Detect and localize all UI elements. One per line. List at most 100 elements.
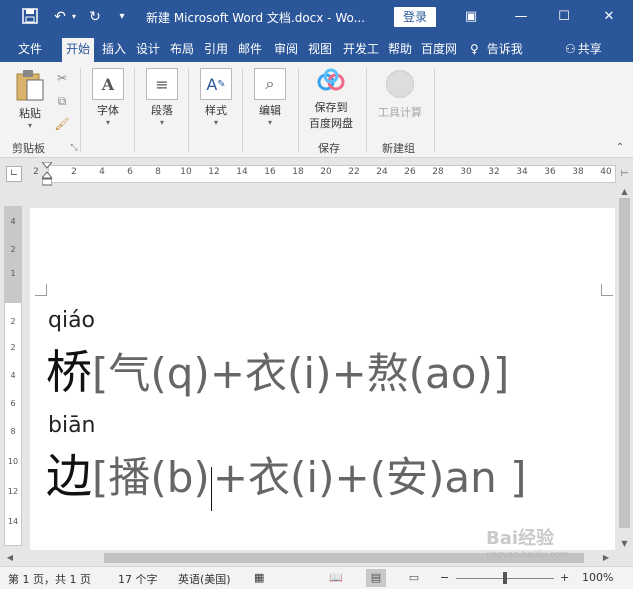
pinyin-qiao: qiáo (48, 308, 96, 333)
ruler-number: 24 (376, 167, 388, 177)
tab-home[interactable]: 开始 (62, 38, 94, 62)
styles-button[interactable]: A ✎ 样式 ▾ (198, 68, 234, 127)
editing-label: 编辑 (259, 104, 281, 117)
zoom-slider-thumb[interactable] (503, 572, 507, 584)
zoom-level[interactable]: 100% (582, 571, 613, 584)
pinyin-bian: biān (48, 413, 96, 438)
font-label: 字体 (97, 104, 119, 117)
share-button[interactable]: ⚇ 共享 (565, 38, 602, 60)
tool-calc-label: 工具计算 (378, 106, 422, 119)
ruler-number: 10 (180, 167, 192, 177)
tab-layout[interactable]: 布局 (166, 38, 198, 62)
tell-me[interactable]: ♀ 告诉我 (470, 38, 523, 60)
vertical-scroll-thumb[interactable] (619, 198, 630, 528)
separator (188, 68, 189, 152)
language[interactable]: 英语(美国) (178, 571, 231, 587)
separator (134, 68, 135, 152)
macro-record-icon[interactable]: ▦ (254, 571, 264, 584)
tool-calc-button[interactable]: 工具计算 (374, 68, 426, 120)
undo-dropdown-icon[interactable]: ▾ (70, 8, 78, 26)
paste-dropdown-icon[interactable]: ▾ (14, 121, 46, 130)
collapse-ribbon-icon[interactable]: ⌃ (612, 140, 628, 156)
watermark-text: Bai经验 (486, 528, 555, 549)
document-area[interactable]: qiáo 桥[气(q)+衣(i)+熬(ao)] biān 边[播(b)+衣(i)… (30, 186, 615, 550)
login-button[interactable]: 登录 (394, 7, 436, 27)
save-group-label: 保存 (318, 142, 340, 155)
tab-help[interactable]: 帮助 (384, 38, 416, 62)
ribbon-tabs: 文件 开始 插入 设计 布局 引用 邮件 审阅 视图 开发工 帮助 百度网 ♀ 告… (0, 34, 633, 62)
copy-icon[interactable]: ⧉ (54, 93, 70, 109)
ruler-number: 22 (348, 167, 360, 177)
tab-baidu[interactable]: 百度网 (418, 38, 460, 62)
tab-view[interactable]: 视图 (304, 38, 336, 62)
tab-references[interactable]: 引用 (200, 38, 232, 62)
tab-mailings[interactable]: 邮件 (234, 38, 266, 62)
close-icon[interactable]: ✕ (598, 7, 620, 27)
window-title: 新建 Microsoft Word 文档.docx - Wo... (146, 11, 366, 25)
page-count[interactable]: 第 1 页，共 1 页 (8, 571, 91, 587)
web-layout-icon[interactable]: ▭ (404, 569, 424, 587)
minimize-icon[interactable]: — (510, 7, 532, 27)
clipboard-group-label: 剪贴板 (12, 142, 45, 155)
tool-calc-icon (386, 70, 414, 98)
scroll-up-icon[interactable]: ▲ (616, 186, 633, 198)
ruler-number: 36 (544, 167, 556, 177)
print-layout-icon[interactable]: ▤ (366, 569, 386, 587)
vertical-ruler[interactable]: 4 2 1 2 2 4 6 8 10 12 14 (4, 206, 22, 546)
paste-button[interactable]: 粘贴 ▾ (14, 68, 46, 130)
doc-line-1[interactable]: 桥[气(q)+衣(i)+熬(ao)] (46, 336, 509, 402)
tab-file[interactable]: 文件 (12, 38, 48, 62)
tab-developer[interactable]: 开发工 (340, 38, 382, 62)
font-button[interactable]: A 字体 ▾ (90, 68, 126, 127)
save-icon[interactable] (20, 8, 40, 26)
save-to-baidu-label-2: 百度网盘 (309, 117, 353, 130)
ruler-number: 12 (208, 167, 220, 177)
undo-icon[interactable]: ↶ (50, 8, 70, 26)
horizontal-ruler[interactable]: 2 2 4 6 8 10 12 14 16 18 20 22 24 26 28 … (30, 161, 616, 186)
editing-button[interactable]: ⌕ 编辑 ▾ (252, 68, 288, 127)
scroll-right-icon[interactable]: ▶ (598, 550, 614, 566)
tell-me-label: 告诉我 (486, 42, 523, 56)
ruler-number: 6 (10, 399, 16, 408)
ruler-number: 30 (460, 167, 472, 177)
status-bar: 第 1 页，共 1 页 17 个字 英语(美国) ▦ 📖 ▤ ▭ − + 100… (0, 566, 633, 589)
doc-line-2[interactable]: 边[播(b)+衣(i)+(安)an ] (46, 440, 527, 511)
tab-design[interactable]: 设计 (132, 38, 164, 62)
save-to-baidu-button[interactable]: 保存到 百度网盘 (304, 68, 358, 131)
read-mode-icon[interactable]: 📖 (326, 569, 346, 587)
maximize-icon[interactable]: ☐ (553, 7, 575, 27)
ruler-number: 8 (10, 427, 16, 436)
ribbon-display-options-icon[interactable]: ▣ (460, 7, 482, 27)
ruler-toggle-icon[interactable]: ⊢ (616, 162, 633, 186)
tab-review[interactable]: 审阅 (270, 38, 302, 62)
styles-dropdown-icon: ▾ (213, 118, 218, 127)
scroll-left-icon[interactable]: ◀ (2, 550, 18, 566)
ruler-number: 2 (10, 343, 16, 352)
ruler-number: 8 (155, 167, 161, 177)
redo-icon[interactable]: ↻ (86, 8, 104, 26)
format-painter-icon[interactable]: 🖌 (54, 116, 70, 132)
vertical-scrollbar[interactable]: ▲ ▼ (616, 186, 633, 550)
paragraph-button[interactable]: ≡ 段落 ▾ (144, 68, 180, 127)
separator (366, 68, 367, 152)
document-page[interactable]: qiáo 桥[气(q)+衣(i)+熬(ao)] biān 边[播(b)+衣(i)… (30, 208, 615, 550)
paragraph-label: 段落 (151, 104, 173, 117)
ruler-number: 34 (516, 167, 528, 177)
word-count[interactable]: 17 个字 (118, 571, 158, 587)
separator (298, 68, 299, 152)
hanzi-qiao: 桥 (46, 345, 92, 399)
ruler-number: 20 (320, 167, 332, 177)
zoom-in-button[interactable]: + (560, 571, 569, 584)
lightbulb-icon: ♀ (470, 42, 479, 56)
styles-label: 样式 (205, 104, 227, 117)
ruler-number: 1 (10, 269, 16, 278)
tab-selector[interactable]: ∟ (6, 166, 22, 182)
margin-mark-tl (35, 284, 47, 296)
cut-icon[interactable]: ✂ (54, 70, 70, 86)
scroll-down-icon[interactable]: ▼ (616, 538, 633, 550)
customize-qat-icon[interactable]: ▾ (116, 8, 128, 26)
ruler-number: 10 (7, 457, 19, 466)
tab-insert[interactable]: 插入 (98, 38, 130, 62)
ruler-number: 16 (264, 167, 276, 177)
zoom-out-button[interactable]: − (440, 571, 449, 584)
